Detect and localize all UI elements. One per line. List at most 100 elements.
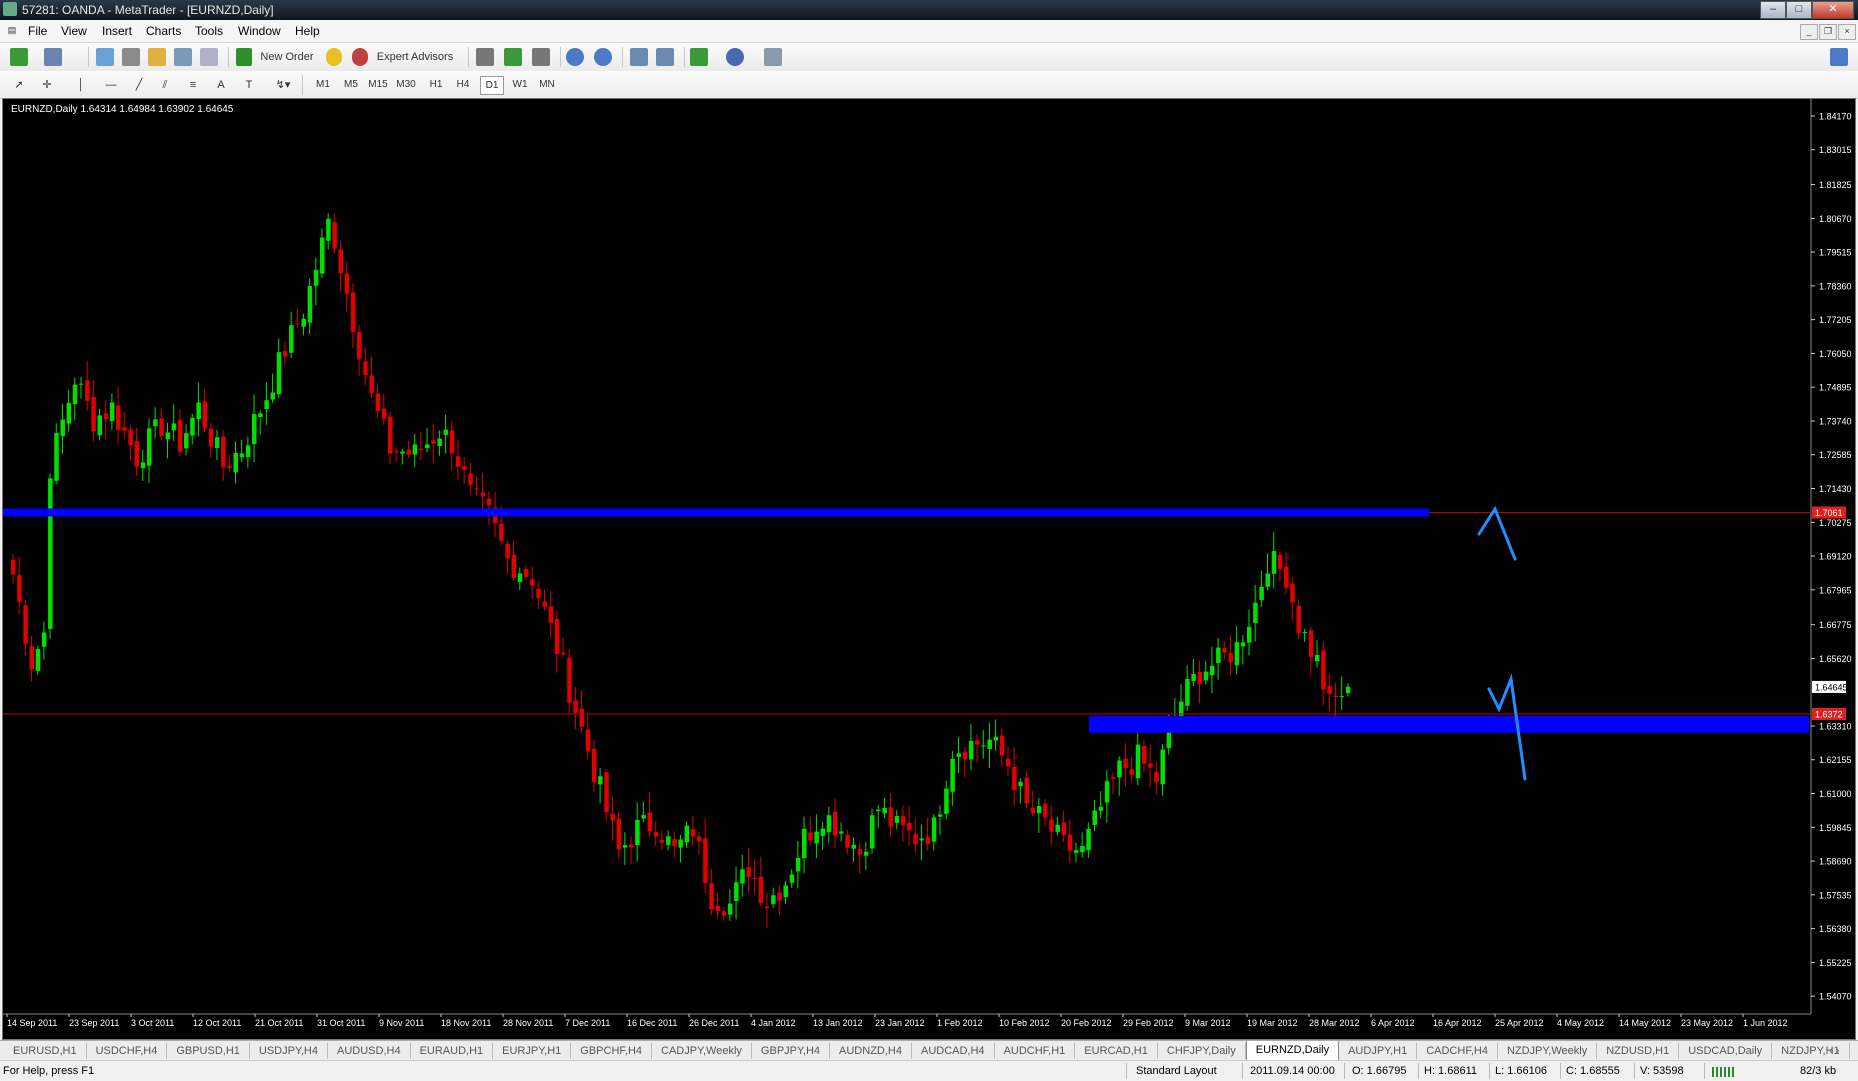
bear-candle <box>486 498 492 506</box>
templates-icon[interactable] <box>764 48 782 66</box>
tab-audnzd-h4[interactable]: AUDNZD,H4 <box>830 1043 912 1059</box>
menu-help[interactable]: Help <box>295 24 320 38</box>
autotrading-alert-icon[interactable] <box>326 48 342 66</box>
fibonacci-icon[interactable]: ≡ <box>184 75 202 95</box>
channel-icon[interactable]: ⫽ <box>156 75 174 95</box>
tab-eurcad-h1[interactable]: EURCAD,H1 <box>1075 1043 1158 1059</box>
tab-audcad-h4[interactable]: AUDCAD,H4 <box>912 1043 995 1059</box>
menu-insert[interactable]: Insert <box>102 24 132 38</box>
tab-usdchf-h4[interactable]: USDCHF,H4 <box>87 1043 168 1059</box>
text-icon[interactable]: A <box>212 75 230 95</box>
market-watch-icon[interactable] <box>96 48 114 66</box>
tab-scroll-arrows-icon[interactable]: ‹ › <box>1820 1043 1848 1059</box>
menu-charts[interactable]: Charts <box>146 24 181 38</box>
chart-shift-icon[interactable] <box>656 48 674 66</box>
timeframe-m1[interactable]: M1 <box>312 76 334 93</box>
bull-candle <box>1055 824 1060 832</box>
bar-chart-icon[interactable] <box>476 48 494 66</box>
candlestick-chart-icon[interactable] <box>504 48 522 66</box>
navigator-icon[interactable] <box>148 48 166 66</box>
menu-file[interactable]: File <box>28 24 47 38</box>
bear-candle <box>610 813 615 821</box>
bull-candle <box>54 432 59 481</box>
menu-view[interactable]: View <box>61 24 87 38</box>
vertical-line-icon[interactable]: │ <box>72 75 90 95</box>
timeframe-w1[interactable]: W1 <box>509 76 531 93</box>
crosshair-icon[interactable]: ✛ <box>38 75 56 95</box>
help-icon[interactable] <box>1830 48 1848 66</box>
tab-nzdjpy-weekly[interactable]: NZDJPY,Weekly <box>1498 1043 1598 1059</box>
periods-icon[interactable] <box>726 48 744 66</box>
data-window-icon[interactable] <box>122 48 140 66</box>
arrows-icon[interactable]: ↯▾ <box>270 75 296 95</box>
cursor-icon[interactable]: ➚ <box>10 75 28 95</box>
tab-euraud-h1[interactable]: EURAUD,H1 <box>411 1043 494 1059</box>
child-minimize-icon[interactable]: _ <box>1800 24 1818 40</box>
chart-tabs: EURUSD,H1 USDCHF,H4 GBPUSD,H1 USDJPY,H4 AUDU… <box>0 1040 1858 1061</box>
tab-audjpy-h1[interactable]: AUDJPY,H1 <box>1339 1043 1418 1059</box>
bull-candle <box>727 903 733 915</box>
bull-candle <box>412 444 418 455</box>
bull-candle <box>1117 760 1122 778</box>
close-button[interactable]: ✕ <box>1812 1 1854 19</box>
date-label: 4 May 2012 <box>1557 1018 1604 1028</box>
terminal-icon[interactable] <box>174 48 192 66</box>
expert-advisors-button[interactable]: Expert Advisors <box>372 47 458 67</box>
menu-tools[interactable]: Tools <box>195 24 223 38</box>
profiles-icon[interactable] <box>44 48 62 66</box>
indicators-icon[interactable] <box>690 48 708 66</box>
bear-candle <box>752 877 758 879</box>
tab-cadchf-h4[interactable]: CADCHF,H4 <box>1417 1043 1498 1059</box>
timeframe-d1[interactable]: D1 <box>480 76 504 95</box>
new-chart-icon[interactable] <box>10 48 28 66</box>
auto-scroll-icon[interactable] <box>630 48 648 66</box>
bull-candle <box>1240 642 1246 647</box>
tab-chfjpy-daily[interactable]: CHFJPY,Daily <box>1158 1043 1246 1059</box>
text-label-icon[interactable]: T <box>240 75 258 95</box>
timeframe-h1[interactable]: H1 <box>425 76 447 93</box>
bull-candle <box>635 820 640 846</box>
maximize-button[interactable]: □ <box>1786 1 1812 19</box>
tab-cadjpy-weekly[interactable]: CADJPY,Weekly <box>652 1043 752 1059</box>
tab-eurnzd-daily[interactable]: EURNZD,Daily <box>1245 1041 1340 1061</box>
tab-nzdusd-h1[interactable]: NZDUSD,H1 <box>1597 1043 1680 1059</box>
minimize-button[interactable]: – <box>1760 1 1786 19</box>
new-order-button[interactable]: New Order <box>255 47 319 67</box>
line-chart-icon[interactable] <box>532 48 550 66</box>
timeframe-m15[interactable]: M15 <box>367 76 389 93</box>
bear-candle <box>758 876 764 904</box>
tab-gbpusd-h1[interactable]: GBPUSD,H1 <box>167 1043 250 1059</box>
horizontal-line-icon[interactable]: — <box>102 75 120 95</box>
tab-audchf-h1[interactable]: AUDCHF,H1 <box>995 1043 1076 1059</box>
zoom-out-icon[interactable] <box>594 48 612 66</box>
bear-candle <box>604 772 609 813</box>
tab-gbpjpy-h4[interactable]: GBPJPY,H4 <box>752 1043 831 1059</box>
status-datetime: 2011.09.14 00:00 <box>1250 1065 1335 1077</box>
bull-candle <box>771 895 776 904</box>
timeframe-m30[interactable]: M30 <box>395 76 417 93</box>
tab-eurusd-h1[interactable]: EURUSD,H1 <box>4 1043 87 1059</box>
chart-canvas[interactable]: 1.84170 1.83015 1.81825 1.80670 1.79515 1.783… <box>3 99 1855 1039</box>
timeframe-m5[interactable]: M5 <box>340 76 362 93</box>
price-chart[interactable]: 1.84170 1.83015 1.81825 1.80670 1.79515 1.783… <box>2 98 1856 1040</box>
timeframe-mn[interactable]: MN <box>536 76 558 93</box>
bull-candle <box>1135 744 1141 779</box>
menu-window[interactable]: Window <box>238 24 281 38</box>
bull-candle <box>245 445 251 458</box>
bear-candle <box>406 449 412 455</box>
date-label: 29 Feb 2012 <box>1123 1018 1174 1028</box>
bull-candle <box>1036 805 1042 814</box>
price-label: 1.63310 <box>1819 721 1852 731</box>
tab-usdjpy-h4[interactable]: USDJPY,H4 <box>250 1043 328 1059</box>
child-restore-icon[interactable]: ❐ <box>1819 24 1837 40</box>
trendline-icon[interactable]: ╱ <box>130 75 148 95</box>
timeframe-h4[interactable]: H4 <box>452 76 474 93</box>
document-icon[interactable]: ▤ <box>4 24 20 38</box>
tab-audusd-h4[interactable]: AUDUSD,H4 <box>328 1043 411 1059</box>
tab-usdcad-daily[interactable]: USDCAD,Daily <box>1679 1043 1773 1059</box>
child-close-icon[interactable]: × <box>1838 24 1856 40</box>
tab-eurjpy-h1[interactable]: EURJPY,H1 <box>493 1043 572 1059</box>
tab-gbpchf-h4[interactable]: GBPCHF,H4 <box>571 1043 653 1059</box>
zoom-in-icon[interactable] <box>566 48 584 66</box>
tester-icon[interactable] <box>200 48 218 66</box>
